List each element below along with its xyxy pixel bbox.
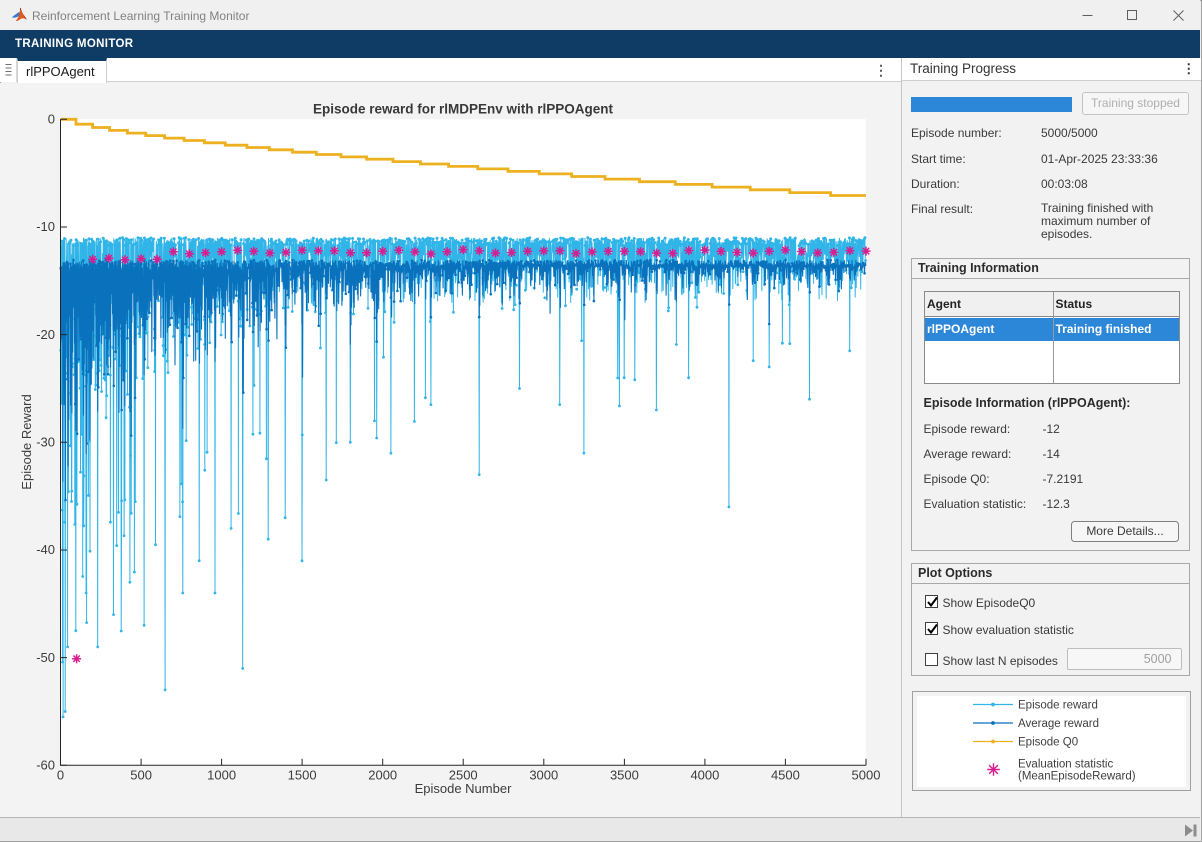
svg-text:1000: 1000 (207, 768, 236, 783)
svg-text:0: 0 (57, 768, 64, 783)
svg-text:1500: 1500 (288, 768, 317, 783)
svg-text:Episode reward: Episode reward (1018, 700, 1098, 712)
svg-text:Evaluation statistic: Evaluation statistic (1018, 759, 1113, 771)
svg-text:Episode Number: Episode Number (415, 781, 512, 796)
svg-text:Episode reward for rlMDPEnv wi: Episode reward for rlMDPEnv with rlPPOAg… (313, 102, 614, 117)
svg-text:4000: 4000 (690, 768, 719, 783)
svg-text:500: 500 (130, 768, 152, 783)
svg-text:-30: -30 (36, 435, 55, 450)
svg-text:Episode Q0: Episode Q0 (1018, 737, 1078, 749)
svg-text:0: 0 (48, 112, 55, 127)
svg-text:3500: 3500 (610, 768, 639, 783)
svg-text:2000: 2000 (368, 768, 397, 783)
svg-text:-60: -60 (36, 758, 55, 773)
svg-text:Episode Reward: Episode Reward (19, 394, 34, 489)
svg-text:-10: -10 (36, 219, 55, 234)
svg-text:5000: 5000 (852, 768, 881, 783)
svg-text:-20: -20 (36, 327, 55, 342)
svg-text:-50: -50 (36, 650, 55, 665)
svg-text:(MeanEpisodeReward): (MeanEpisodeReward) (1018, 771, 1136, 783)
svg-text:-40: -40 (36, 542, 55, 557)
svg-text:Average reward: Average reward (1018, 718, 1099, 730)
svg-text:3000: 3000 (529, 768, 558, 783)
svg-text:4500: 4500 (771, 768, 800, 783)
